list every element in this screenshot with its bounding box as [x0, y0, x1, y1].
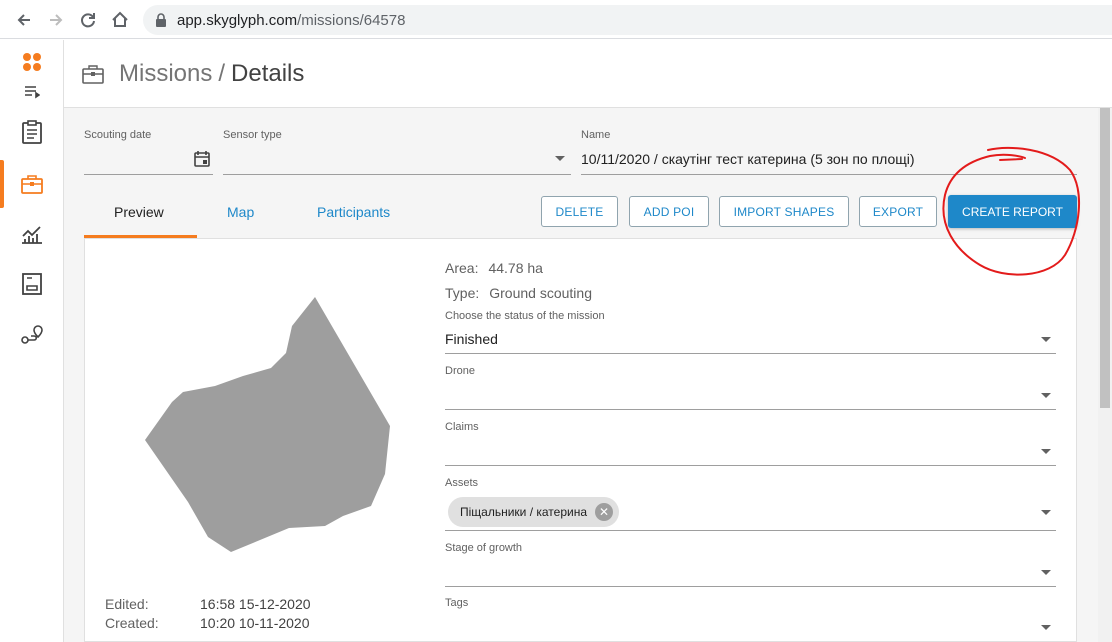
drone-label: Drone	[445, 365, 475, 377]
name-input[interactable]: 10/11/2020 / скаутінг тест катерина (5 з…	[581, 151, 915, 167]
tags-dropdown-arrow-icon[interactable]	[1041, 625, 1051, 630]
sidebar-item-analytics[interactable]	[18, 220, 46, 248]
status-select[interactable]: Finished	[445, 331, 498, 347]
status-underline	[445, 353, 1056, 354]
tab-preview[interactable]: Preview	[114, 204, 164, 220]
field-polygon	[145, 297, 390, 552]
edited-label: Edited:	[105, 596, 149, 612]
scouting-date-label: Scouting date	[84, 129, 152, 141]
calendar-icon[interactable]	[193, 150, 211, 168]
url-host: app.skyglyph.com	[177, 11, 298, 29]
page-title: Details	[231, 60, 305, 87]
sensor-type-dropdown-arrow-icon[interactable]	[555, 156, 565, 161]
tab-participants[interactable]: Participants	[317, 204, 390, 220]
sidebar	[0, 40, 64, 642]
chip-remove-icon[interactable]: ✕	[595, 503, 614, 521]
field-shape-preview	[145, 297, 390, 552]
claims-label: Claims	[445, 421, 479, 433]
name-underline	[581, 174, 1077, 175]
stage-underline	[445, 586, 1056, 587]
sidebar-item-tasks[interactable]	[18, 118, 46, 146]
sidebar-active-indicator	[0, 160, 4, 208]
scrollbar-thumb[interactable]	[1100, 108, 1110, 408]
claims-select[interactable]	[445, 435, 1056, 465]
area-value: 44.78 ha	[488, 260, 543, 276]
drone-underline	[445, 409, 1056, 410]
breadcrumb-missions[interactable]: Missions	[119, 60, 212, 87]
address-bar[interactable]: app.skyglyph.com/missions/64578	[143, 5, 1112, 35]
created-label: Created:	[105, 615, 159, 631]
chart-icon	[22, 226, 42, 244]
create-report-button[interactable]: CREATE REPORT	[948, 195, 1077, 228]
claims-underline	[445, 465, 1056, 466]
type-row: Type: Ground scouting	[445, 285, 592, 301]
breadcrumb: Missions / Details	[119, 60, 304, 88]
tags-label: Tags	[445, 597, 469, 609]
stage-of-growth-label: Stage of growth	[445, 542, 523, 554]
page-header: Missions / Details	[64, 40, 1112, 108]
area-row: Area: 44.78 ha	[445, 260, 543, 276]
type-value: Ground scouting	[489, 285, 592, 301]
assets-label: Assets	[445, 477, 479, 489]
briefcase-icon	[82, 65, 104, 84]
briefcase-icon	[21, 175, 43, 194]
breadcrumb-separator: /	[218, 60, 226, 87]
asset-chip-label: Піщальники / катерина	[460, 505, 588, 519]
menu-toggle-icon[interactable]	[18, 78, 46, 106]
edited-row: Edited: 16:58 15-12-2020	[105, 596, 311, 612]
scrollbar[interactable]	[1098, 108, 1112, 642]
main-content: Scouting date Sensor type Name 10/11/202…	[64, 108, 1098, 642]
status-dropdown-arrow-icon[interactable]	[1041, 337, 1051, 342]
created-row: Created: 10:20 10-11-2020	[105, 615, 310, 631]
asset-chip[interactable]: Піщальники / катерина ✕	[448, 497, 620, 527]
created-value: 10:20 10-11-2020	[200, 615, 310, 631]
assets-underline	[445, 530, 1056, 531]
stage-dropdown-arrow-icon[interactable]	[1041, 570, 1051, 575]
clipboard-icon	[22, 120, 42, 144]
reload-icon[interactable]	[72, 4, 104, 36]
add-poi-button[interactable]: ADD POI	[629, 196, 709, 227]
scouting-date-underline	[84, 174, 213, 175]
name-label: Name	[581, 129, 611, 141]
document-icon	[22, 273, 42, 295]
delete-button[interactable]: DELETE	[541, 196, 618, 227]
assets-dropdown-arrow-icon[interactable]	[1041, 510, 1051, 515]
lock-icon	[155, 13, 167, 27]
drone-select[interactable]	[445, 379, 1056, 409]
mission-details: Area: 44.78 ha Type: Ground scouting Choos…	[445, 239, 1057, 642]
status-label: Choose the status of the mission	[445, 310, 605, 322]
route-icon	[21, 325, 43, 344]
sensor-type-underline	[223, 174, 571, 175]
area-label: Area:	[445, 260, 479, 276]
sidebar-item-reports[interactable]	[18, 270, 46, 298]
import-shapes-button[interactable]: IMPORT SHAPES	[719, 196, 849, 227]
back-icon[interactable]	[8, 4, 40, 36]
stage-of-growth-select[interactable]	[445, 556, 1056, 586]
tab-map[interactable]: Map	[227, 204, 254, 220]
app-logo-icon[interactable]	[18, 48, 46, 76]
edited-value: 16:58 15-12-2020	[200, 596, 311, 612]
sidebar-item-missions[interactable]	[18, 170, 46, 198]
browser-toolbar: app.skyglyph.com/missions/64578	[0, 0, 1112, 39]
sidebar-item-routes[interactable]	[18, 320, 46, 348]
sensor-type-select[interactable]	[223, 144, 571, 174]
forward-icon[interactable]	[40, 4, 72, 36]
type-label: Type:	[445, 285, 480, 301]
url-path: /missions/64578	[297, 11, 406, 29]
export-button[interactable]: EXPORT	[859, 196, 937, 227]
drone-dropdown-arrow-icon[interactable]	[1041, 393, 1051, 398]
tags-select[interactable]	[445, 611, 1056, 641]
home-icon[interactable]	[104, 4, 136, 36]
claims-dropdown-arrow-icon[interactable]	[1041, 449, 1051, 454]
preview-card: Area: 44.78 ha Type: Ground scouting Choos…	[84, 239, 1077, 642]
sensor-type-label: Sensor type	[223, 129, 282, 141]
